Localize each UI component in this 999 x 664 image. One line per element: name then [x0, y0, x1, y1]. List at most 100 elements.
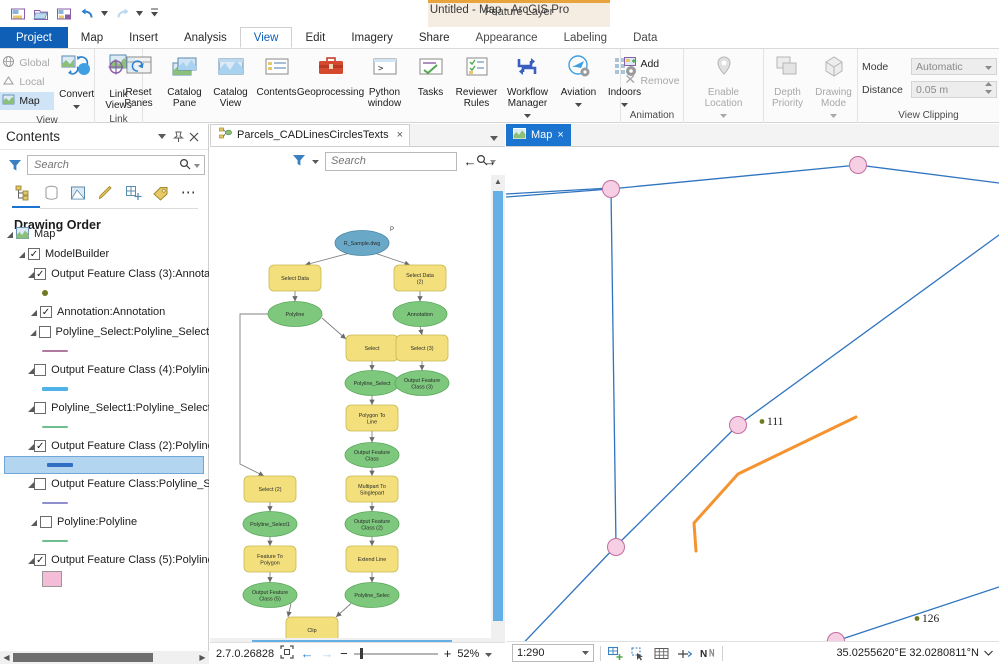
expander-icon[interactable]: ◢: [28, 308, 40, 317]
close-icon[interactable]: [186, 129, 202, 145]
tab-modelbuilder-parcels[interactable]: Parcels_CADLinesCirclesTexts ×: [210, 124, 411, 146]
model-tool-node[interactable]: Select Data: [268, 264, 322, 292]
fit-to-window-icon[interactable]: [280, 645, 294, 662]
layer-checkbox[interactable]: ✓: [34, 268, 47, 280]
vertex-handle[interactable]: [729, 416, 747, 434]
model-output-variable-node[interactable]: Annotation: [392, 301, 448, 327]
model-vertical-scrollbar[interactable]: ▲ ▼: [491, 175, 505, 651]
layer-checkbox[interactable]: ✓: [34, 554, 47, 566]
layer-symbol-row[interactable]: [4, 456, 204, 474]
layer-row[interactable]: ◢ ✓ ModelBuilder: [0, 244, 209, 264]
chevron-down-icon[interactable]: [985, 61, 992, 73]
enable-location-dropdown-icon[interactable]: [720, 109, 727, 121]
layer-checkbox[interactable]: [34, 402, 47, 414]
search-input-wrapper[interactable]: [27, 155, 205, 175]
layer-checkbox[interactable]: ✓: [28, 248, 40, 260]
layer-row[interactable]: ◢ Polyline_Select1:Polyline_Select1: [0, 398, 209, 418]
layer-row[interactable]: ◢ Map: [0, 224, 209, 244]
save-icon[interactable]: [8, 4, 28, 24]
undo-dropdown-icon[interactable]: [100, 4, 109, 24]
catalog-view-button[interactable]: Catalog View: [208, 52, 254, 111]
python-window-button[interactable]: > Python window: [362, 52, 408, 111]
expander-icon[interactable]: ◢: [28, 556, 34, 565]
scroll-left-icon[interactable]: ◀: [0, 653, 13, 662]
grid-icon[interactable]: [653, 645, 670, 662]
tab-overflow-menu-icon[interactable]: [490, 134, 505, 146]
zoom-slider[interactable]: [353, 648, 438, 660]
layer-symbol-row[interactable]: [0, 494, 209, 512]
layer-row[interactable]: ◢✓ Output Feature Class (5):Polyline_Sel: [0, 550, 209, 570]
list-by-selection-icon[interactable]: [69, 183, 88, 203]
layer-row[interactable]: ◢✓ Output Feature Class (3):Annotation_: [0, 264, 209, 284]
filter-icon[interactable]: [292, 153, 306, 170]
layer-row[interactable]: ◢ Polyline_Select:Polyline_Select: [0, 322, 209, 342]
filter-icon[interactable]: [8, 157, 22, 173]
model-output-variable-node[interactable]: Polyline_Select: [344, 370, 400, 396]
model-input-variable-node[interactable]: R_Sample.dwg P: [334, 227, 394, 256]
convert-button[interactable]: Convert: [54, 52, 100, 114]
redo-dropdown-icon[interactable]: [135, 4, 144, 24]
reset-panes-button[interactable]: Reset Panes: [116, 52, 162, 111]
tab-data[interactable]: Data: [620, 27, 670, 48]
depth-priority-button[interactable]: Depth Priority: [765, 52, 811, 111]
model-output-variable-node[interactable]: Polyline_Select1: [242, 511, 298, 537]
drawing-mode-button[interactable]: Drawing Mode: [811, 52, 857, 123]
tab-labeling[interactable]: Labeling: [551, 27, 620, 48]
catalog-pane-button[interactable]: Catalog Pane: [162, 52, 208, 111]
filter-dropdown-icon[interactable]: [312, 155, 319, 167]
model-diagram[interactable]: R_Sample.dwgPSelect DataSelect Data(2)Po…: [210, 175, 491, 651]
measure-icon[interactable]: [676, 645, 693, 662]
enable-location-button[interactable]: Enable Location: [694, 52, 754, 123]
layer-row[interactable]: ◢✓ Output Feature Class (2):Polyline_Sel: [0, 436, 209, 456]
scroll-track[interactable]: [13, 652, 196, 663]
model-canvas[interactable]: R_Sample.dwg P Select Data Select Data (2) Po…: [210, 175, 505, 651]
expander-icon[interactable]: ◢: [28, 480, 34, 489]
vertex-handle[interactable]: [849, 156, 867, 174]
pin-icon[interactable]: [170, 129, 186, 145]
tab-view[interactable]: View: [239, 27, 293, 48]
layer-checkbox[interactable]: ✓: [40, 306, 52, 318]
layer-symbol-row[interactable]: [0, 570, 209, 588]
geoprocessing-button[interactable]: Geoprocessing: [297, 52, 364, 100]
tab-appearance[interactable]: Appearance: [463, 27, 551, 48]
model-forward-icon[interactable]: →: [320, 646, 334, 661]
list-by-snapping-icon[interactable]: [124, 183, 143, 203]
spinner-arrows-icon[interactable]: [985, 82, 992, 97]
layer-row[interactable]: ◢ Polyline:Polyline: [0, 512, 209, 532]
list-by-drawing-order-icon[interactable]: [14, 183, 33, 203]
aviation-button[interactable]: Aviation: [556, 52, 602, 112]
selection-icon[interactable]: [630, 645, 647, 662]
zoom-dropdown-icon[interactable]: [485, 648, 493, 660]
aviation-dropdown-icon[interactable]: [575, 98, 582, 110]
workflow-manager-dropdown-icon[interactable]: [524, 109, 531, 121]
model-search-input[interactable]: [329, 154, 476, 168]
expander-icon[interactable]: ◢: [28, 518, 40, 527]
layer-symbol-row[interactable]: [0, 532, 209, 550]
close-icon[interactable]: ×: [397, 129, 403, 141]
chevron-down-icon[interactable]: [582, 650, 589, 657]
zoom-out-button[interactable]: −: [340, 646, 348, 661]
expander-icon[interactable]: ◢: [28, 328, 39, 337]
view-mode-global[interactable]: Global: [0, 54, 54, 72]
vertex-handle[interactable]: [602, 180, 620, 198]
save-as-icon[interactable]: [54, 4, 74, 24]
undo-icon[interactable]: [77, 4, 97, 24]
layer-row[interactable]: ◢ Output Feature Class:Polyline_Select: [0, 474, 209, 494]
model-tool-node[interactable]: Select (2): [243, 475, 297, 503]
drawing-mode-dropdown-icon[interactable]: [830, 109, 837, 121]
expander-icon[interactable]: ◢: [4, 230, 16, 239]
vertex-handle[interactable]: [607, 538, 625, 556]
tab-map-view[interactable]: Map ×: [506, 124, 571, 146]
add-animation-button[interactable]: Add: [620, 55, 663, 72]
model-tool-node[interactable]: Select: [345, 334, 399, 362]
view-mode-local[interactable]: Local: [0, 73, 54, 91]
tab-share[interactable]: Share: [406, 27, 463, 48]
tasks-button[interactable]: Tasks: [408, 52, 454, 100]
zoom-slider-thumb[interactable]: [359, 648, 363, 659]
remove-animation-button[interactable]: Remove: [620, 72, 683, 89]
layer-symbol-row[interactable]: [0, 380, 209, 398]
view-mode-map[interactable]: Map: [0, 92, 54, 110]
vertex-handle[interactable]: [827, 632, 845, 642]
layer-row[interactable]: ◢ ✓ Annotation:Annotation: [0, 302, 209, 322]
add-basemap-icon[interactable]: [607, 645, 624, 662]
